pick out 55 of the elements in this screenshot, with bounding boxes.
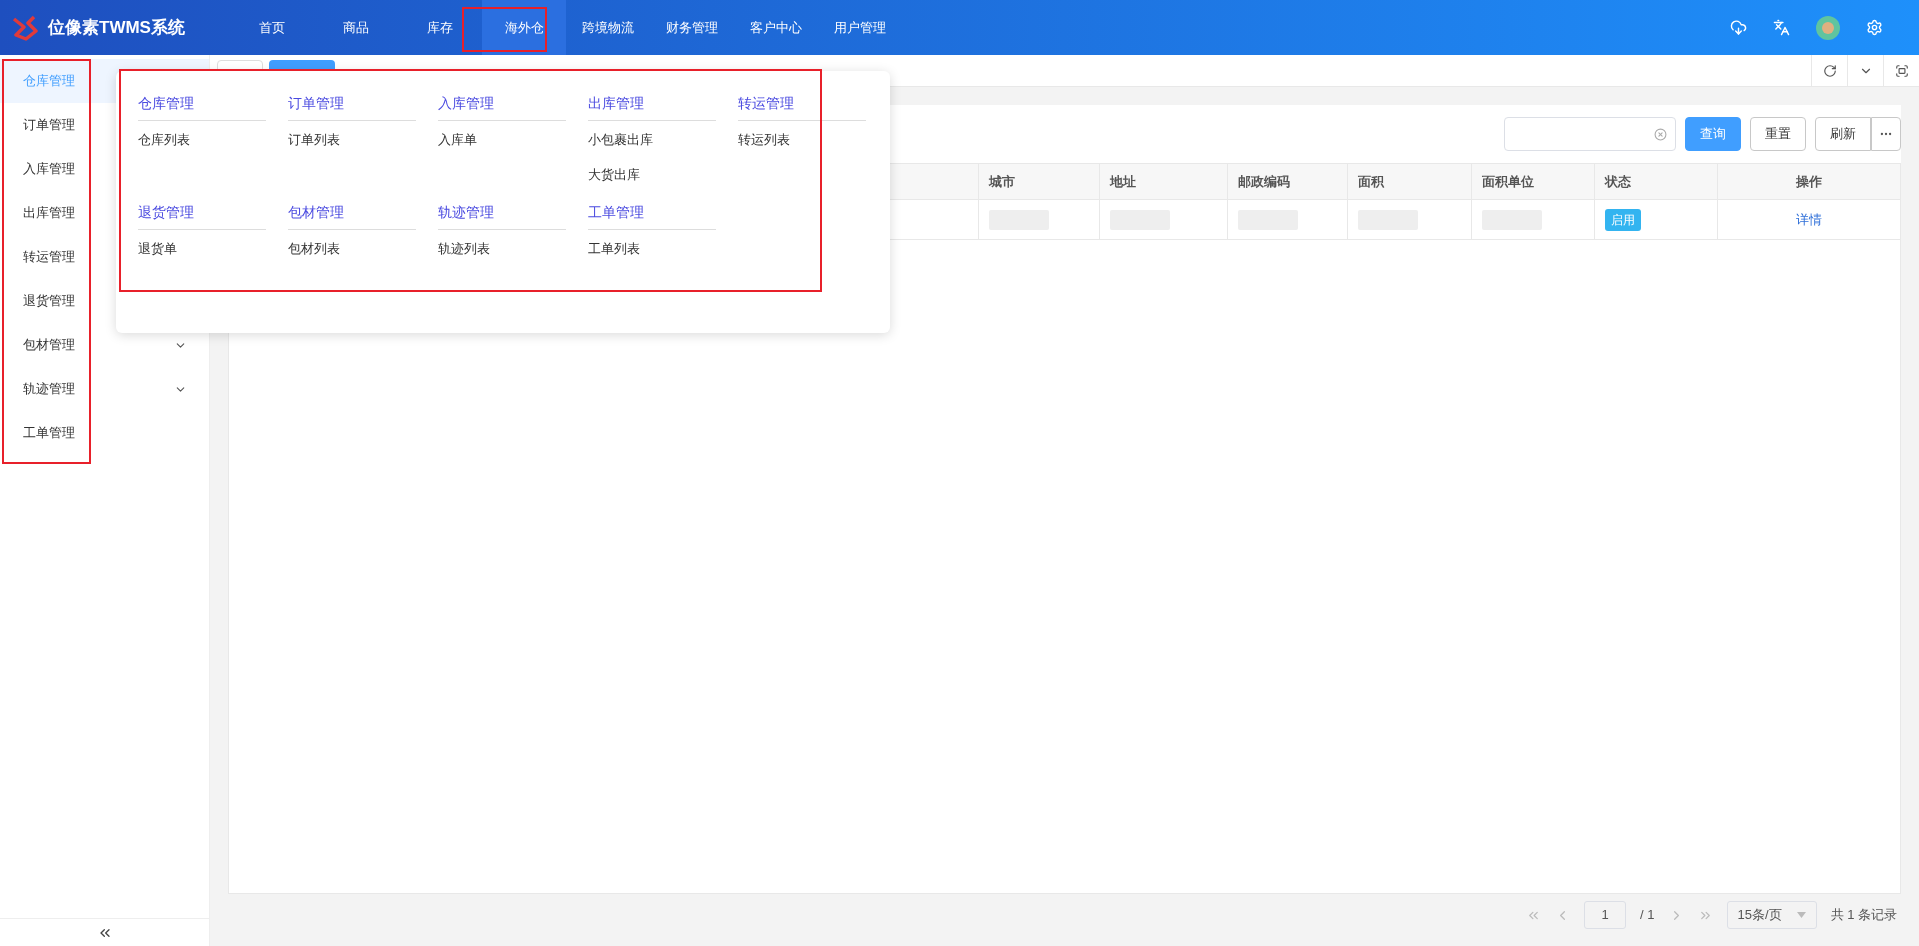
column-header: 面积 bbox=[1348, 164, 1472, 199]
column-header: 邮政编码 bbox=[1228, 164, 1348, 199]
menu-group-title: 轨迹管理 bbox=[438, 202, 566, 230]
menu-group-title: 仓库管理 bbox=[138, 93, 266, 121]
sidebar-item[interactable]: 工单管理 bbox=[0, 411, 209, 455]
sidebar-item[interactable]: 包材管理 bbox=[0, 323, 209, 367]
search-field[interactable] bbox=[1504, 117, 1676, 151]
menu-link[interactable]: 订单列表 bbox=[288, 130, 416, 150]
logo-icon bbox=[10, 14, 40, 41]
sidebar-item[interactable]: 轨迹管理 bbox=[0, 367, 209, 411]
column-header: 操作 bbox=[1795, 172, 1823, 191]
page-input[interactable]: 1 bbox=[1584, 901, 1627, 929]
toolbar-button[interactable]: 刷新 bbox=[1815, 117, 1871, 151]
menu-group-title: 转运管理 bbox=[738, 93, 866, 121]
page-size-select[interactable]: 15条/页 bbox=[1726, 901, 1817, 929]
nav-item[interactable]: 海外仓 bbox=[482, 0, 566, 55]
nav-item[interactable]: 商品 bbox=[314, 0, 398, 55]
detail-link[interactable]: 详情 bbox=[1796, 209, 1822, 230]
total-count: 共 1 条记录 bbox=[1830, 906, 1897, 925]
nav-item[interactable]: 财务管理 bbox=[650, 0, 734, 55]
menu-group-title: 出库管理 bbox=[588, 93, 716, 121]
clear-icon[interactable] bbox=[1654, 127, 1667, 141]
nav-item[interactable]: 首页 bbox=[230, 0, 314, 55]
menu-link[interactable]: 小包裹出库 bbox=[588, 130, 716, 150]
nav-item[interactable]: 客户中心 bbox=[734, 0, 818, 55]
menu-link[interactable]: 轨迹列表 bbox=[438, 239, 566, 259]
menu-link[interactable]: 包材列表 bbox=[288, 239, 416, 259]
menu-group-title: 入库管理 bbox=[438, 93, 566, 121]
menu-group-title: 订单管理 bbox=[288, 93, 416, 121]
toolbar-button[interactable]: 重置 bbox=[1750, 117, 1806, 151]
menu-link[interactable]: 退货单 bbox=[138, 239, 266, 259]
avatar[interactable] bbox=[1816, 15, 1840, 40]
nav-item[interactable]: 库存 bbox=[398, 0, 482, 55]
nav-item[interactable]: 用户管理 bbox=[818, 0, 902, 55]
menu-link[interactable]: 仓库列表 bbox=[138, 130, 266, 150]
nav-item[interactable]: 跨境物流 bbox=[566, 0, 650, 55]
menu-group-title: 包材管理 bbox=[288, 202, 416, 230]
column-header: 状态 bbox=[1595, 164, 1718, 199]
settings-icon[interactable] bbox=[1866, 19, 1883, 36]
column-header: 面积单位 bbox=[1472, 164, 1595, 199]
column-header: 城市 bbox=[979, 164, 1100, 199]
menu-link[interactable]: 入库单 bbox=[438, 130, 566, 150]
menu-link[interactable]: 转运列表 bbox=[738, 130, 866, 150]
caret-icon bbox=[1796, 912, 1806, 918]
more-button[interactable] bbox=[1871, 117, 1901, 151]
menu-group-title: 工单管理 bbox=[588, 202, 716, 230]
cloud-download-icon[interactable] bbox=[1730, 19, 1747, 36]
app-title: 位像素TWMS系统 bbox=[48, 16, 185, 39]
menu-group-title: 退货管理 bbox=[138, 202, 266, 230]
status-badge: 启用 bbox=[1605, 208, 1641, 231]
menu-link[interactable]: 大货出库 bbox=[588, 164, 716, 184]
column-header: 地址 bbox=[1100, 164, 1228, 199]
menu-link[interactable]: 工单列表 bbox=[588, 239, 716, 259]
page-count: / 1 bbox=[1640, 906, 1655, 925]
translate-icon[interactable] bbox=[1773, 19, 1790, 36]
